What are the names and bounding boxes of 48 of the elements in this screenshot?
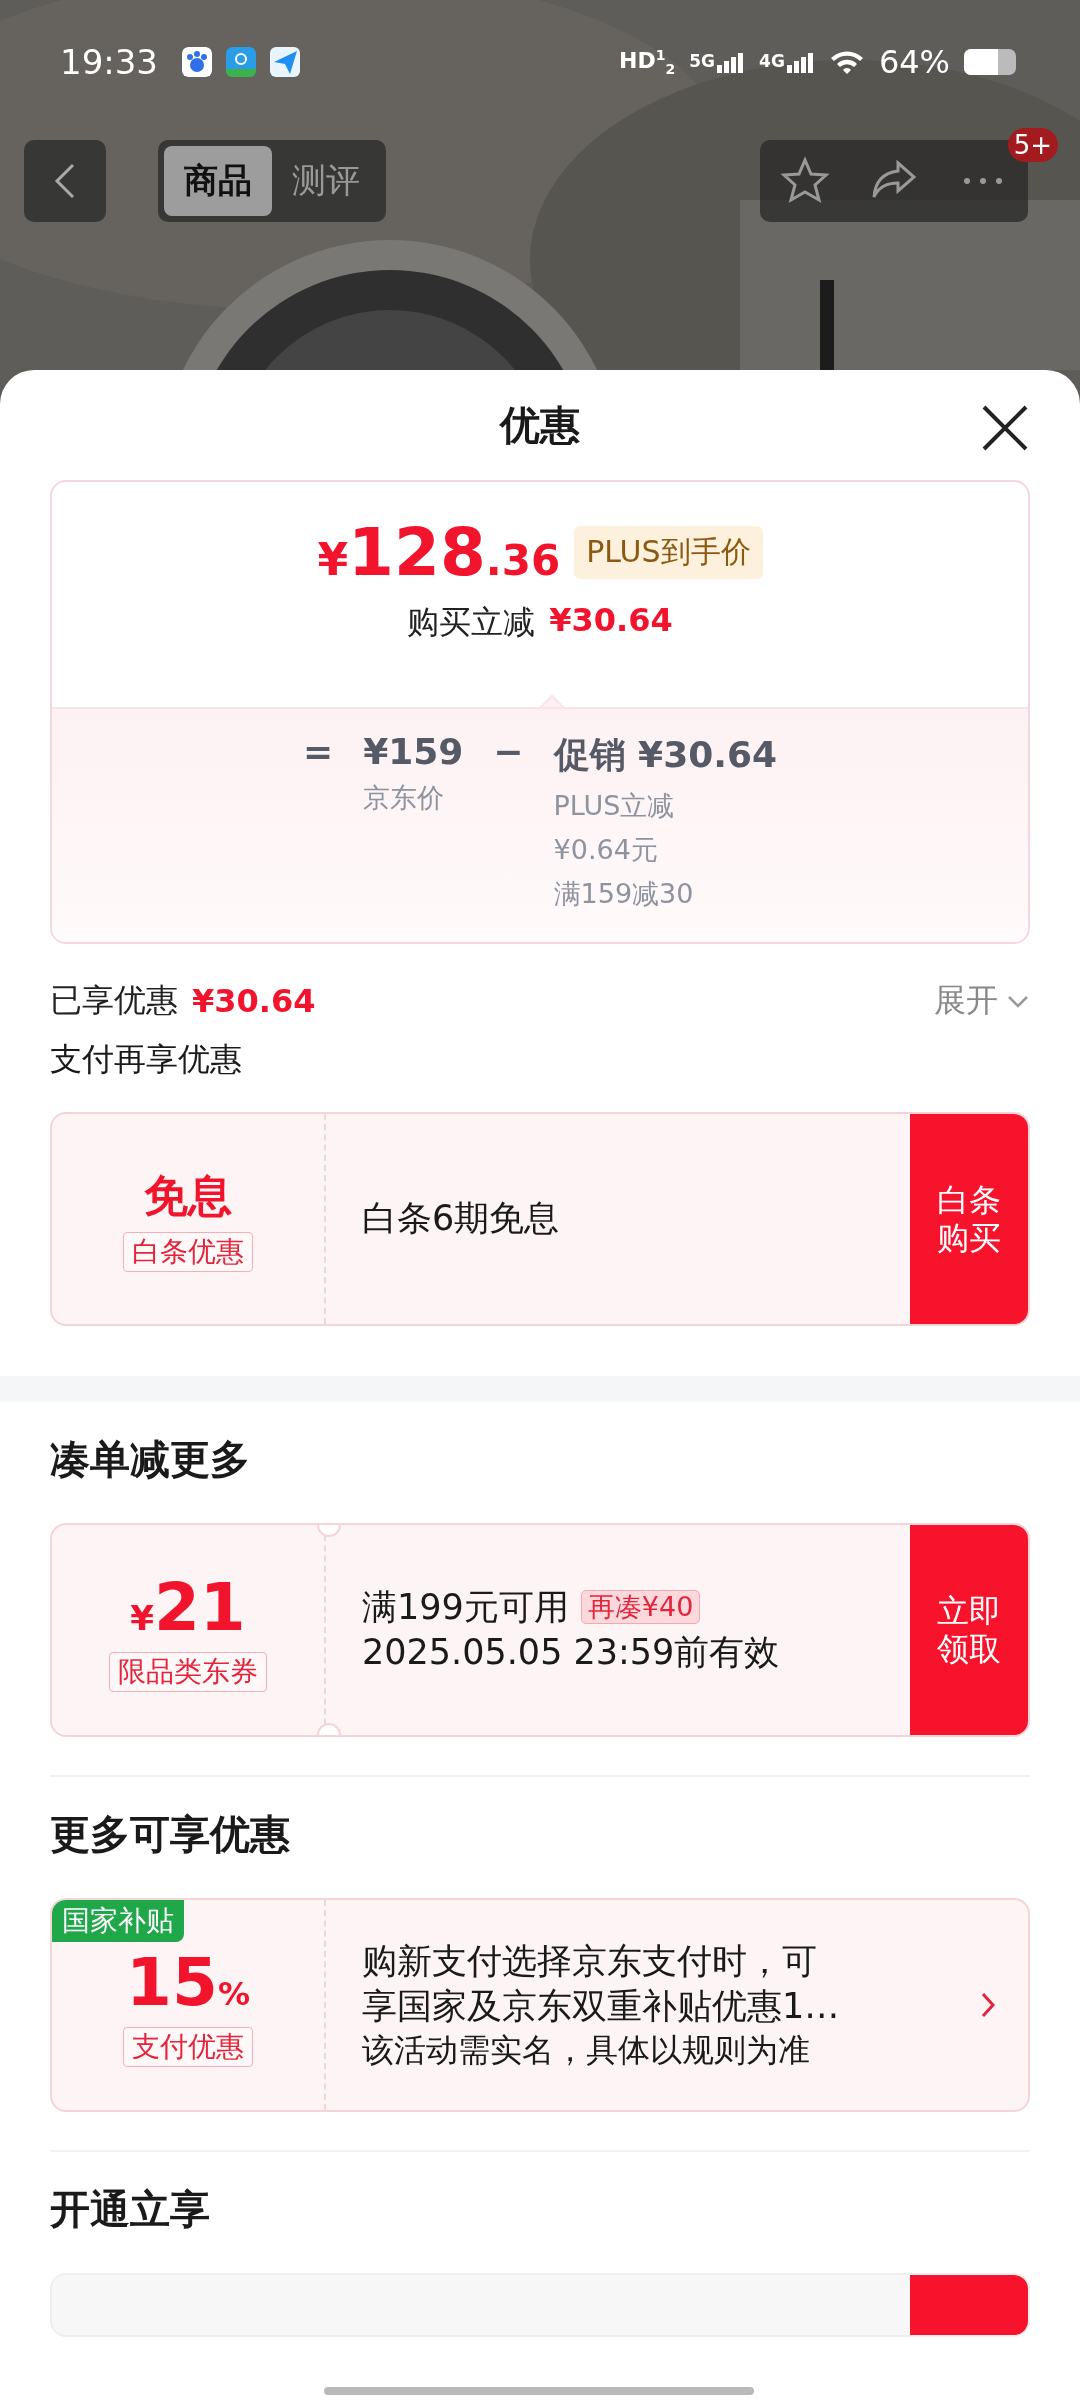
offer-tag: 白条优惠: [123, 1231, 253, 1272]
section-title: 凑单减更多: [50, 1435, 251, 1484]
section-title: 支付再享优惠: [50, 1039, 243, 1080]
equals-sign: =: [303, 731, 334, 774]
minus-sign: −: [493, 731, 524, 774]
discount-label: 购买立减: [407, 602, 536, 643]
expand-button[interactable]: 展开: [934, 979, 1030, 1023]
saved-amount: ¥30.64: [192, 982, 316, 1020]
offer-text: 购新支付选择京东支付时，可: [362, 1939, 818, 1983]
close-icon[interactable]: [980, 403, 1030, 453]
tab[interactable]: 测评: [272, 146, 380, 216]
offer-text: 该活动需实名，具体以规则为准: [362, 2029, 811, 2071]
top-up-tag: 再凑¥40: [580, 1590, 701, 1625]
clock: 19:33: [60, 42, 158, 82]
battery-icon: [964, 49, 1016, 75]
jd-price: ¥159: [363, 731, 464, 772]
promo-amount: 促销 ¥30.64: [553, 733, 777, 777]
offer-value: 15%: [126, 1943, 250, 2021]
paw-app-icon: [182, 47, 212, 77]
chevron-down-icon: [1006, 993, 1030, 1009]
offer-condition: 满199元可用: [362, 1585, 569, 1629]
offer-text: 享国家及京东双重补贴优惠1…: [362, 1985, 841, 2029]
tab[interactable]: 商品: [164, 146, 272, 216]
promo-detail: ¥0.64元: [553, 833, 659, 867]
paper-plane-icon: [270, 47, 300, 77]
section-title: 更多可享优惠: [50, 1810, 291, 1859]
discount-amount: ¥30.64: [549, 601, 673, 641]
subsidy-tag: 国家补贴: [52, 1900, 184, 1942]
back-button[interactable]: [24, 140, 106, 222]
offer-text: 白条6期免息: [362, 1197, 561, 1241]
final-price: ¥128.36: [317, 514, 561, 591]
claim-button[interactable]: 立即领取: [910, 1525, 1028, 1735]
back-icon: [53, 161, 77, 201]
offer-tag: 限品类东券: [109, 1651, 267, 1692]
claim-button[interactable]: 白条购买: [910, 1114, 1028, 1324]
price-tag: PLUS到手价: [574, 526, 763, 579]
offer-tag: 支付优惠: [123, 2026, 253, 2067]
sheet-title: 优惠: [500, 400, 580, 450]
offer-value: 免息: [144, 1168, 232, 1223]
promo-detail: 满159减30: [553, 877, 695, 911]
offer-text: 2025.05.05 23:59前有效: [362, 1631, 781, 1674]
saved-label: 已享优惠: [50, 980, 178, 1021]
offer-value: ¥21: [130, 1568, 246, 1646]
section-title: 开通立享: [50, 2185, 211, 2234]
price-label: 京东价: [363, 781, 446, 815]
wifi-app-icon: [226, 47, 256, 77]
battery-percent: 64%: [878, 43, 950, 81]
promo-detail: PLUS立减: [553, 789, 676, 823]
